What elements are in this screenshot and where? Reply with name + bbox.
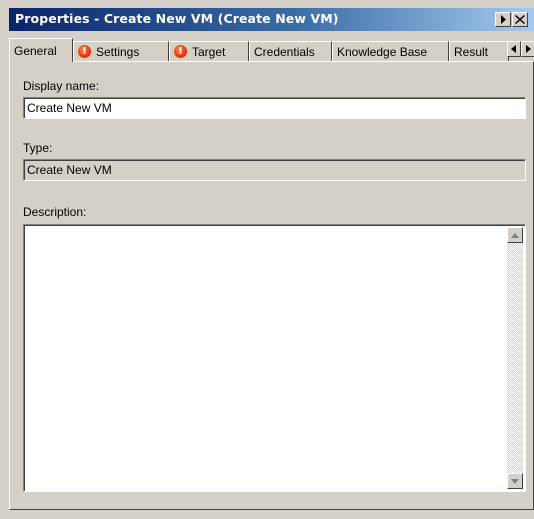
- tab-settings[interactable]: ! Settings: [73, 41, 169, 61]
- description-scrollbar[interactable]: [507, 227, 523, 489]
- description-label: Description:: [23, 205, 87, 219]
- triangle-right-icon: [526, 45, 531, 53]
- display-name-input[interactable]: Create New VM: [23, 97, 526, 119]
- tab-scroll-right-button[interactable]: [521, 41, 534, 57]
- tab-label: Credentials: [254, 44, 315, 59]
- type-label: Type:: [23, 141, 53, 155]
- tab-result[interactable]: Result: [449, 41, 509, 61]
- tab-credentials[interactable]: Credentials: [249, 41, 332, 61]
- title-overflow-button[interactable]: [495, 12, 511, 27]
- triangle-left-icon: [511, 45, 516, 53]
- triangle-up-icon: [511, 232, 519, 238]
- tab-label: Target: [192, 44, 226, 59]
- type-field: Create New VM: [23, 159, 526, 181]
- tab-general[interactable]: General: [9, 38, 73, 62]
- scroll-down-button[interactable]: [507, 473, 523, 489]
- scroll-up-button[interactable]: [507, 227, 523, 243]
- warning-icon: !: [78, 45, 91, 58]
- tab-scroll-left-button[interactable]: [507, 41, 521, 57]
- properties-window: Properties - Create New VM (Create New V…: [0, 0, 534, 519]
- warning-icon: !: [174, 45, 187, 58]
- display-name-label: Display name:: [23, 79, 100, 93]
- tab-strip: General ! Settings ! Target Credentials …: [9, 38, 534, 62]
- tab-target[interactable]: ! Target: [169, 41, 249, 61]
- type-value: Create New VM: [27, 163, 112, 177]
- tab-label: Settings: [96, 44, 140, 59]
- close-icon: [515, 15, 525, 24]
- window-title: Properties - Create New VM (Create New V…: [15, 11, 339, 26]
- triangle-down-icon: [511, 478, 519, 484]
- tab-label: Knowledge Base: [337, 44, 428, 59]
- tab-knowledge-base[interactable]: Knowledge Base: [332, 41, 449, 61]
- title-bar[interactable]: Properties - Create New VM (Create New V…: [9, 8, 534, 31]
- triangle-right-icon: [501, 15, 506, 24]
- close-button[interactable]: [512, 12, 528, 27]
- display-name-value: Create New VM: [27, 101, 112, 115]
- tab-label: General: [14, 43, 57, 58]
- tab-label: Result: [454, 44, 489, 59]
- description-textarea[interactable]: [23, 224, 526, 492]
